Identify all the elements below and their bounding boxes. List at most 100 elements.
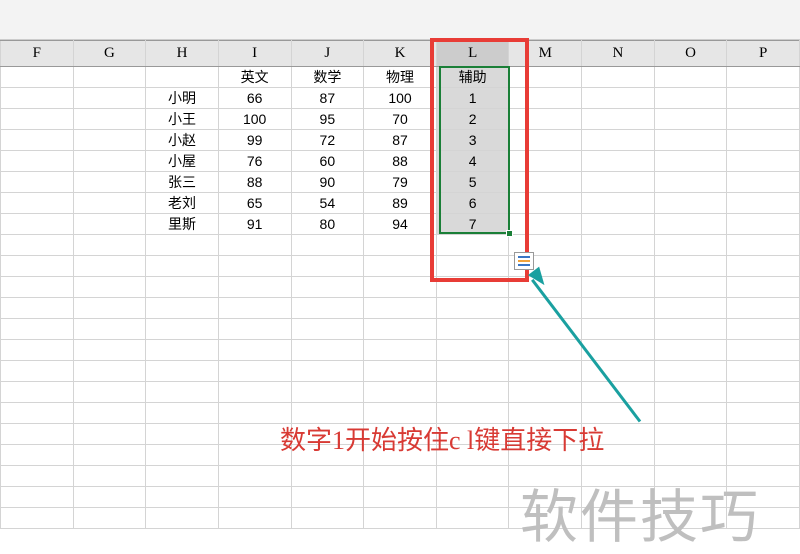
col-header-O[interactable]: O [654, 41, 727, 67]
cell[interactable] [291, 466, 364, 487]
cell[interactable] [654, 67, 727, 88]
cell[interactable] [291, 256, 364, 277]
cell[interactable]: 54 [291, 193, 364, 214]
cell[interactable] [582, 172, 655, 193]
cell[interactable] [1, 382, 74, 403]
col-header-M[interactable]: M [509, 41, 582, 67]
cell[interactable] [436, 361, 509, 382]
col-header-P[interactable]: P [727, 41, 800, 67]
cell[interactable] [654, 340, 727, 361]
cell[interactable] [509, 256, 582, 277]
cell[interactable] [509, 172, 582, 193]
cell[interactable] [1, 508, 74, 529]
cell[interactable] [509, 130, 582, 151]
cell[interactable] [146, 424, 219, 445]
cell[interactable] [73, 298, 146, 319]
cell[interactable] [1, 361, 74, 382]
cell[interactable] [654, 235, 727, 256]
cell[interactable] [727, 256, 800, 277]
cell[interactable] [509, 193, 582, 214]
col-header-N[interactable]: N [582, 41, 655, 67]
cell[interactable] [582, 277, 655, 298]
cell[interactable] [291, 361, 364, 382]
cell[interactable] [727, 445, 800, 466]
cell[interactable] [146, 340, 219, 361]
cell[interactable]: 5 [436, 172, 509, 193]
cell[interactable] [218, 340, 291, 361]
cell[interactable] [509, 67, 582, 88]
cell[interactable]: 辅助 [436, 67, 509, 88]
cell[interactable] [654, 88, 727, 109]
cell[interactable] [582, 193, 655, 214]
cell[interactable]: 94 [364, 214, 437, 235]
cell[interactable] [146, 466, 219, 487]
cell[interactable] [218, 319, 291, 340]
cell[interactable]: 89 [364, 193, 437, 214]
cell[interactable] [654, 151, 727, 172]
cell[interactable]: 91 [218, 214, 291, 235]
cell[interactable]: 95 [291, 109, 364, 130]
cell[interactable] [436, 277, 509, 298]
cell[interactable] [436, 340, 509, 361]
cell[interactable] [1, 130, 74, 151]
cell[interactable] [364, 256, 437, 277]
cell[interactable]: 1 [436, 88, 509, 109]
cell[interactable] [1, 466, 74, 487]
cell[interactable]: 76 [218, 151, 291, 172]
cell[interactable] [727, 361, 800, 382]
cell[interactable] [582, 319, 655, 340]
cell[interactable] [1, 298, 74, 319]
cell[interactable]: 老刘 [146, 193, 219, 214]
cell[interactable] [654, 277, 727, 298]
cell[interactable] [727, 172, 800, 193]
cell[interactable] [364, 319, 437, 340]
cell[interactable] [582, 151, 655, 172]
cell[interactable] [654, 403, 727, 424]
cell[interactable] [654, 193, 727, 214]
cell[interactable] [654, 424, 727, 445]
cell[interactable] [582, 67, 655, 88]
cell[interactable]: 英文 [218, 67, 291, 88]
cell[interactable] [582, 109, 655, 130]
cell[interactable]: 79 [364, 172, 437, 193]
cell[interactable] [73, 172, 146, 193]
cell[interactable]: 里斯 [146, 214, 219, 235]
cell[interactable] [654, 298, 727, 319]
cell[interactable] [146, 277, 219, 298]
cell[interactable] [364, 487, 437, 508]
cell[interactable] [1, 172, 74, 193]
cell[interactable] [364, 382, 437, 403]
cell[interactable] [509, 151, 582, 172]
cell[interactable] [146, 256, 219, 277]
cell[interactable]: 100 [364, 88, 437, 109]
cell[interactable] [654, 109, 727, 130]
col-header-K[interactable]: K [364, 41, 437, 67]
cell[interactable] [1, 256, 74, 277]
cell[interactable] [1, 193, 74, 214]
cell[interactable] [291, 340, 364, 361]
cell[interactable] [509, 340, 582, 361]
cell[interactable] [1, 67, 74, 88]
cell[interactable] [291, 487, 364, 508]
cell[interactable]: 2 [436, 109, 509, 130]
cell[interactable] [1, 151, 74, 172]
cell[interactable] [727, 403, 800, 424]
cell[interactable] [436, 256, 509, 277]
cell[interactable]: 小王 [146, 109, 219, 130]
cell[interactable] [582, 88, 655, 109]
cell[interactable] [1, 109, 74, 130]
cell[interactable] [364, 361, 437, 382]
cell[interactable] [218, 256, 291, 277]
cell[interactable] [654, 214, 727, 235]
cell[interactable] [1, 487, 74, 508]
cell[interactable]: 90 [291, 172, 364, 193]
cell[interactable] [364, 277, 437, 298]
cell[interactable] [654, 361, 727, 382]
cell[interactable] [436, 298, 509, 319]
cell[interactable] [727, 382, 800, 403]
cell[interactable] [73, 130, 146, 151]
cell[interactable] [218, 361, 291, 382]
cell[interactable] [727, 277, 800, 298]
cell[interactable] [436, 382, 509, 403]
cell[interactable] [654, 130, 727, 151]
